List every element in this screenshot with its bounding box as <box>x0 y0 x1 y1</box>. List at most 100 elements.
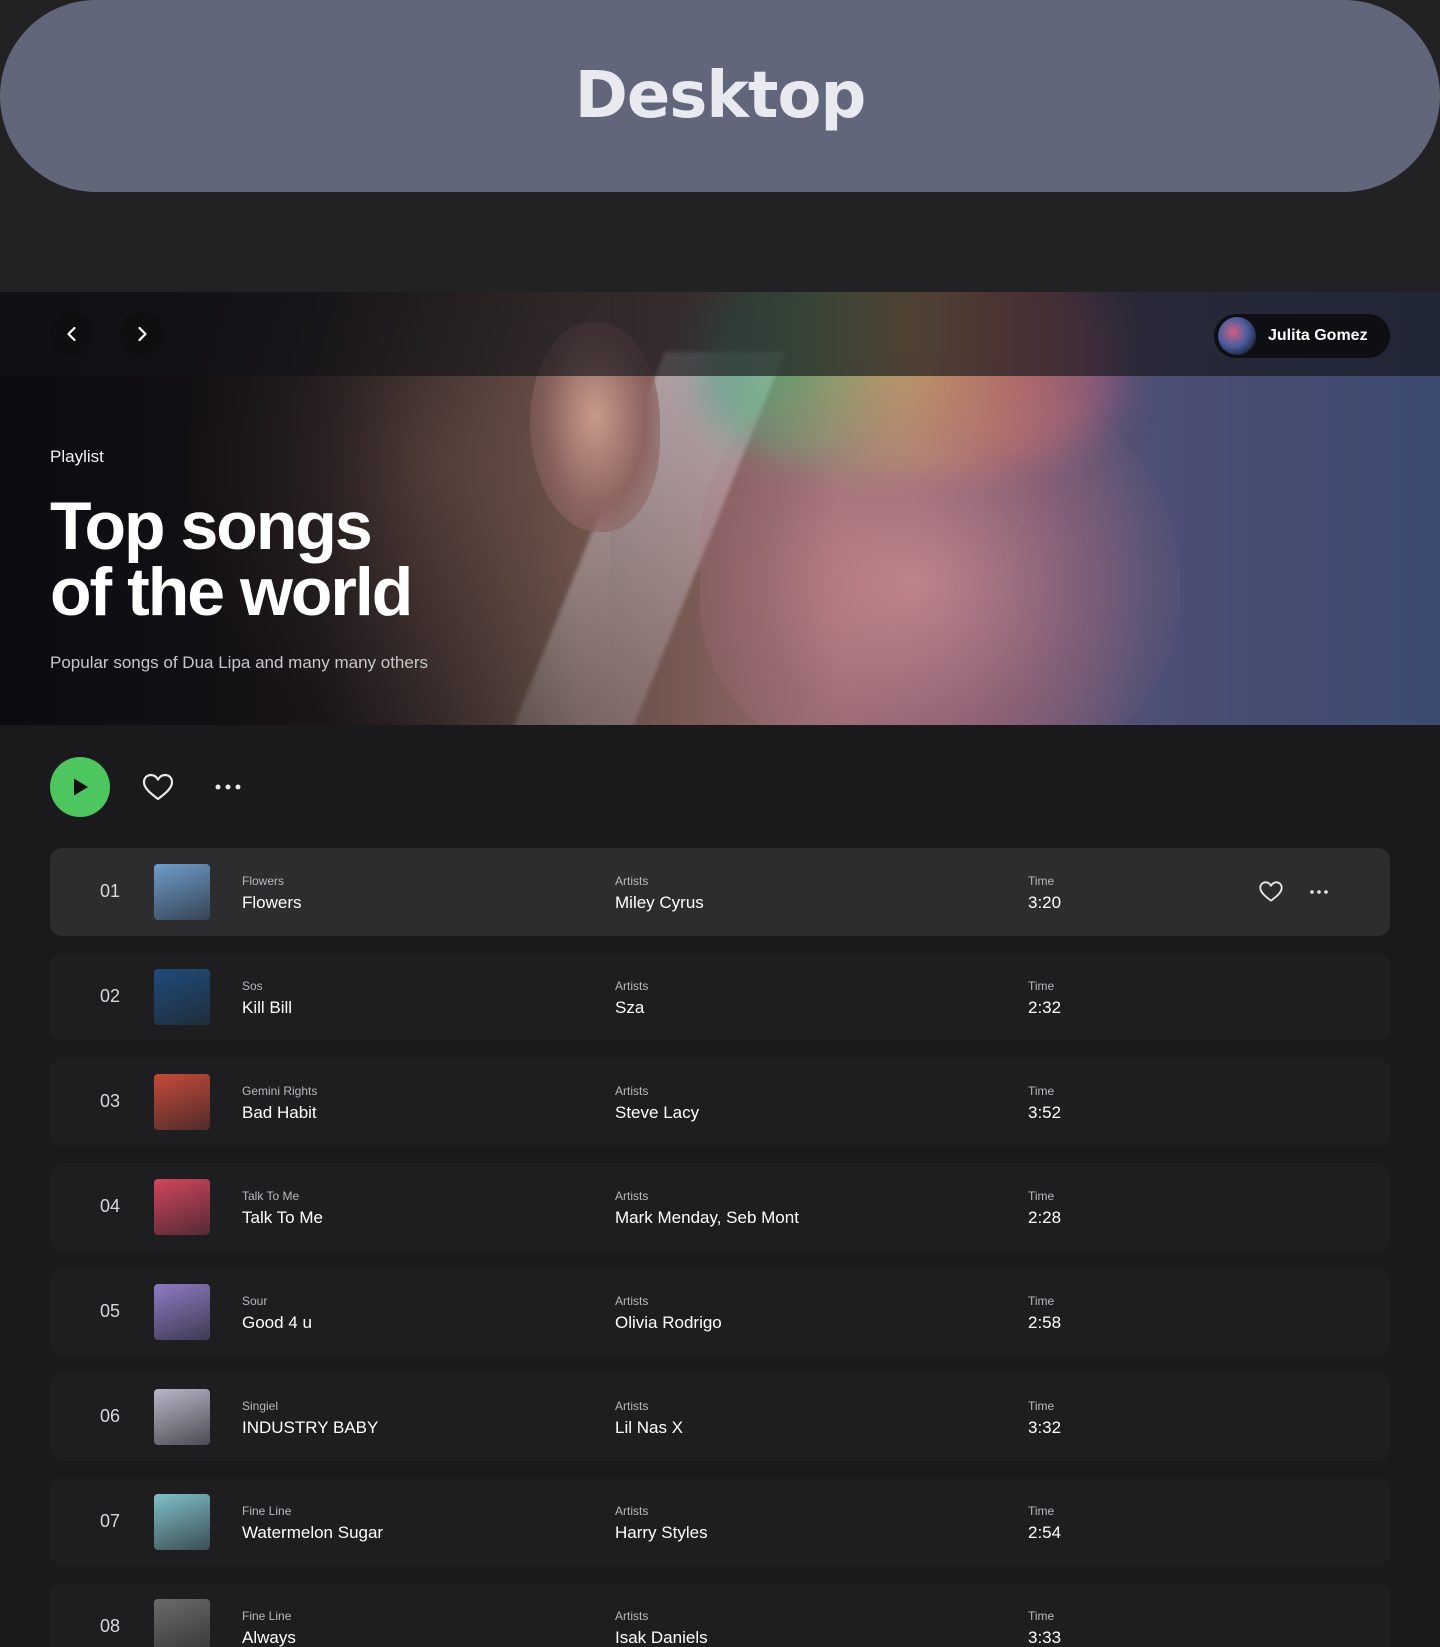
album-cover <box>154 969 210 1025</box>
chevron-left-icon <box>67 326 76 342</box>
artists-label: Artists <box>615 1294 649 1308</box>
track-number: 07 <box>100 1511 121 1531</box>
artist-name[interactable]: Lil Nas X <box>615 1418 683 1438</box>
track-list: 01 Flowers Flowers Artists Miley Cyrus T… <box>50 848 1390 1647</box>
song-title[interactable]: Bad Habit <box>242 1103 317 1123</box>
artist-name[interactable]: Miley Cyrus <box>615 893 704 913</box>
track-duration: 2:54 <box>1028 1523 1062 1542</box>
artists-label: Artists <box>615 874 649 888</box>
track-duration: 2:32 <box>1028 998 1062 1017</box>
playlist-controls <box>50 757 242 817</box>
song-title[interactable]: Watermelon Sugar <box>242 1523 383 1543</box>
heart-icon <box>142 773 174 801</box>
album-name: Gemini Rights <box>242 1084 318 1098</box>
artists-label: Artists <box>615 979 649 993</box>
track-number: 01 <box>100 881 121 901</box>
album-cover <box>154 1599 210 1647</box>
time-label: Time <box>1028 874 1055 888</box>
table-row[interactable]: 08 Fine Line Always Artists Isak Daniels… <box>50 1583 1390 1647</box>
track-number: 03 <box>100 1091 121 1111</box>
playlist-hero: Julita Gomez Playlist Top songs of the w… <box>0 292 1440 725</box>
song-title[interactable]: Always <box>242 1628 296 1647</box>
track-duration: 3:33 <box>1028 1628 1062 1647</box>
artists-label: Artists <box>615 1084 649 1098</box>
user-name: Julita Gomez <box>1268 327 1368 344</box>
time-label: Time <box>1028 1399 1055 1413</box>
track-number: 04 <box>100 1196 121 1216</box>
track-number: 05 <box>100 1301 121 1321</box>
more-horizontal-icon <box>1310 890 1328 894</box>
time-label: Time <box>1028 979 1055 993</box>
track-duration: 3:32 <box>1028 1418 1062 1437</box>
track-number: 08 <box>100 1616 121 1636</box>
album-cover <box>154 864 210 920</box>
banner-title: Desktop <box>574 59 867 133</box>
playlist-kicker: Playlist <box>50 447 104 466</box>
artist-name[interactable]: Olivia Rodrigo <box>615 1313 722 1333</box>
track-number: 02 <box>100 986 121 1006</box>
track-duration: 3:20 <box>1028 893 1062 912</box>
artist-name[interactable]: Sza <box>615 998 644 1018</box>
artists-label: Artists <box>615 1504 649 1518</box>
album-name: Singiel <box>242 1399 279 1413</box>
artist-name[interactable]: Mark Menday, Seb Mont <box>615 1208 799 1228</box>
album-cover <box>154 1284 210 1340</box>
like-track-button[interactable] <box>1258 880 1284 904</box>
table-row[interactable]: 03 Gemini Rights Bad Habit Artists Steve… <box>50 1058 1390 1146</box>
table-row[interactable]: 04 Talk To Me Talk To Me Artists Mark Me… <box>50 1163 1390 1251</box>
album-name: Fine Line <box>242 1609 292 1623</box>
heart-icon <box>1259 881 1283 902</box>
time-label: Time <box>1028 1294 1055 1308</box>
avatar <box>1218 317 1256 355</box>
top-bar: Julita Gomez <box>0 292 1440 376</box>
table-row[interactable]: 02 Sos Kill Bill Artists Sza Time 2:32 <box>50 953 1390 1041</box>
table-row[interactable]: 06 Singiel INDUSTRY BABY Artists Lil Nas… <box>50 1373 1390 1461</box>
album-name: Sos <box>242 979 263 993</box>
album-cover <box>154 1494 210 1550</box>
table-row[interactable]: 07 Fine Line Watermelon Sugar Artists Ha… <box>50 1478 1390 1566</box>
album-cover <box>154 1074 210 1130</box>
forward-button[interactable] <box>120 312 164 356</box>
track-duration: 2:28 <box>1028 1208 1062 1227</box>
time-label: Time <box>1028 1084 1055 1098</box>
time-label: Time <box>1028 1189 1055 1203</box>
song-title[interactable]: Kill Bill <box>242 998 292 1018</box>
desktop-banner: Desktop <box>0 0 1440 192</box>
album-cover <box>154 1389 210 1445</box>
play-button[interactable] <box>50 757 110 817</box>
time-label: Time <box>1028 1609 1055 1623</box>
more-options-button[interactable] <box>214 773 242 801</box>
song-title[interactable]: Flowers <box>242 893 302 913</box>
like-playlist-button[interactable] <box>140 769 176 805</box>
chevron-right-icon <box>138 326 147 342</box>
track-more-button[interactable] <box>1310 880 1330 904</box>
artist-name[interactable]: Isak Daniels <box>615 1628 708 1647</box>
playlist-title-line2: of the world <box>50 554 413 630</box>
album-name: Talk To Me <box>242 1189 300 1203</box>
album-name: Fine Line <box>242 1504 292 1518</box>
song-title[interactable]: INDUSTRY BABY <box>242 1418 378 1438</box>
track-duration: 2:58 <box>1028 1313 1062 1332</box>
play-icon <box>74 778 88 796</box>
artists-label: Artists <box>615 1609 649 1623</box>
track-duration: 3:52 <box>1028 1103 1062 1122</box>
artist-name[interactable]: Steve Lacy <box>615 1103 699 1123</box>
user-menu-button[interactable]: Julita Gomez <box>1214 314 1390 358</box>
hero-text: Playlist Top songs of the world Popular … <box>50 447 470 673</box>
song-title[interactable]: Good 4 u <box>242 1313 312 1333</box>
album-name: Flowers <box>242 874 285 888</box>
artists-label: Artists <box>615 1399 649 1413</box>
playlist-title-line1: Top songs <box>50 488 373 564</box>
album-name: Sour <box>242 1294 268 1308</box>
artists-label: Artists <box>615 1189 649 1203</box>
back-button[interactable] <box>50 312 94 356</box>
more-horizontal-icon <box>215 784 241 790</box>
track-number: 06 <box>100 1406 121 1426</box>
playlist-title: Top songs of the world <box>50 492 470 626</box>
artist-name[interactable]: Harry Styles <box>615 1523 708 1543</box>
music-app: Julita Gomez Playlist Top songs of the w… <box>0 292 1440 1647</box>
table-row[interactable]: 05 Sour Good 4 u Artists Olivia Rodrigo … <box>50 1268 1390 1356</box>
table-row[interactable]: 01 Flowers Flowers Artists Miley Cyrus T… <box>50 848 1390 936</box>
song-title[interactable]: Talk To Me <box>242 1208 323 1228</box>
album-cover <box>154 1179 210 1235</box>
